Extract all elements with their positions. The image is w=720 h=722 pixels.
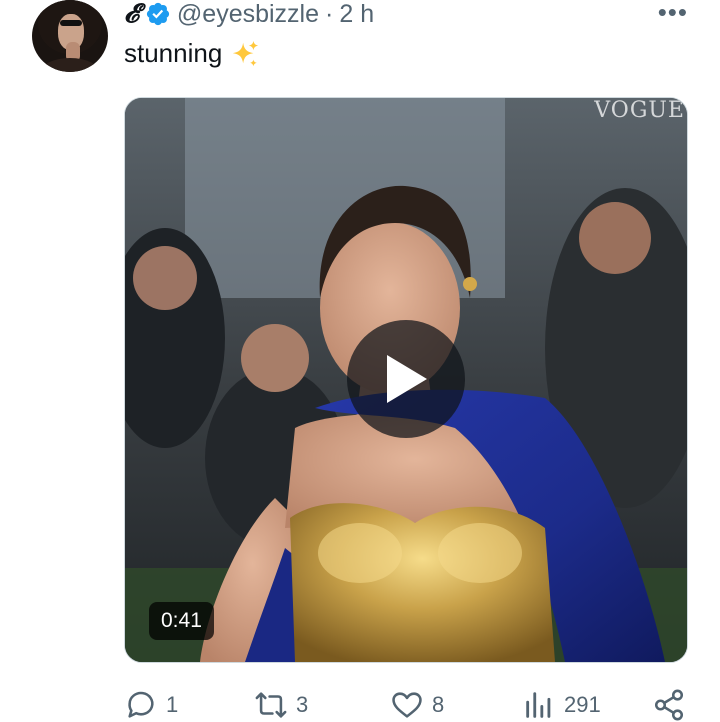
like-count: 8 [432, 692, 445, 717]
verified-badge-icon [146, 2, 170, 26]
video-watermark: VOGUE [594, 98, 685, 123]
retweet-count: 3 [296, 692, 309, 717]
play-icon [387, 355, 427, 403]
tweet-text: stunning [124, 38, 260, 69]
profile-avatar[interactable] [32, 0, 108, 72]
share-icon [654, 689, 684, 721]
share-button[interactable] [652, 688, 686, 722]
like-button[interactable]: 8 [390, 688, 444, 722]
crowd-head-mid [241, 324, 309, 392]
bodice-highlight-left [318, 523, 402, 583]
tweet-timestamp[interactable]: 2 h [339, 0, 374, 29]
sparkles-icon [233, 40, 259, 66]
reply-count: 1 [166, 692, 179, 717]
retweet-button[interactable]: 3 [254, 688, 308, 722]
header-separator: · [325, 0, 334, 28]
views-chart-icon [526, 692, 551, 718]
play-button[interactable] [347, 320, 465, 438]
video-duration-badge: 0:41 [149, 602, 214, 640]
reply-button[interactable]: 1 [124, 688, 178, 722]
model-gold-bodice [290, 503, 555, 662]
crowd-head-left [133, 246, 197, 310]
bodice-highlight-right [438, 523, 522, 583]
reply-icon [128, 691, 154, 718]
tweet-body: stunning [124, 38, 223, 68]
retweet-icon [255, 692, 287, 718]
video-player[interactable]: VOGUE 0:41 [124, 97, 688, 663]
views-count: 291 [564, 692, 601, 717]
more-options-button[interactable]: ••• [658, 0, 688, 25]
model-earring [463, 277, 477, 291]
tweet-header: 𝓔 @eyesbizzle · 2 h [124, 0, 374, 32]
crowd-head-right [579, 202, 651, 274]
user-handle[interactable]: @eyesbizzle [177, 0, 319, 29]
avatar-sunglasses [60, 20, 82, 26]
tweet-actions: 1 3 8 291 [124, 688, 690, 722]
heart-icon [392, 692, 422, 718]
views-button[interactable]: 291 [522, 688, 601, 722]
display-name[interactable]: 𝓔 [124, 0, 139, 30]
avatar-shoulder [40, 58, 100, 72]
